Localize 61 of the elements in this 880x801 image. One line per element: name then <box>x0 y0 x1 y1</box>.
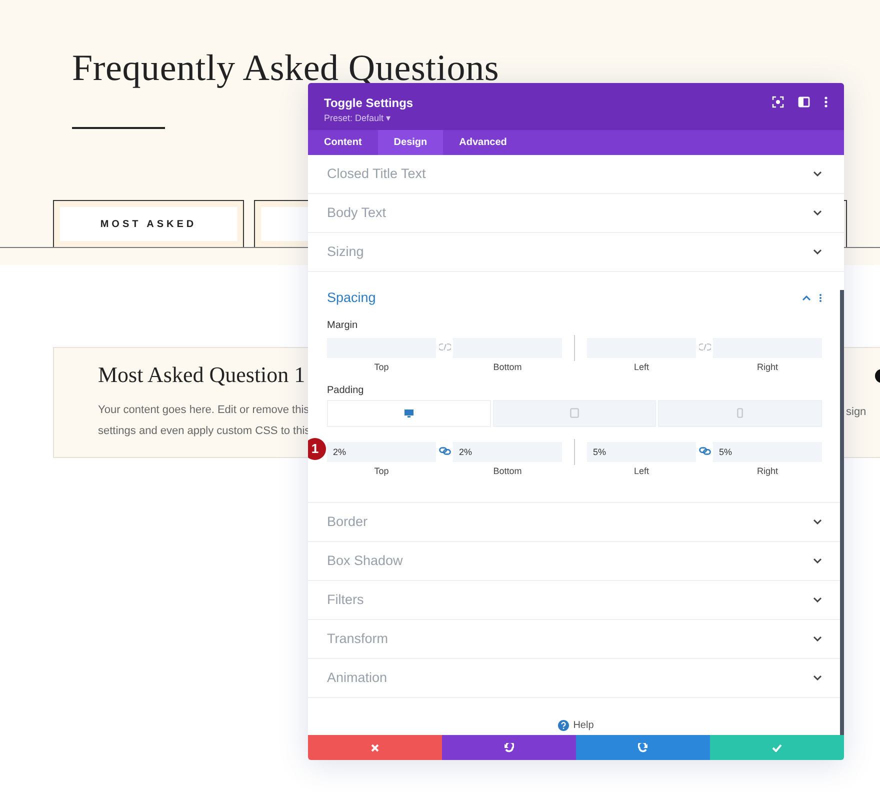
input-field[interactable]: 2% <box>453 442 562 462</box>
input-field[interactable]: 2% <box>327 442 436 462</box>
desktop-icon <box>404 408 414 418</box>
chevron-down-icon[interactable] <box>813 597 822 603</box>
page-heading: Frequently Asked Questions <box>72 47 500 91</box>
field-label: Padding <box>327 384 365 398</box>
field-caption: Top <box>373 361 390 374</box>
section-header[interactable]: Spacing <box>327 272 822 318</box>
redo-icon <box>638 742 648 752</box>
scrollbar[interactable] <box>840 290 844 735</box>
field-caption: Bottom <box>492 361 523 374</box>
toggle-text: Your content goes here. Edit or remove this <box>98 403 310 418</box>
preset-dropdown[interactable]: Preset: Default ▾ <box>324 112 758 126</box>
field-caption: Top <box>373 464 390 478</box>
chevron-down-icon[interactable] <box>813 171 822 177</box>
panel-tab[interactable]: Content <box>308 130 378 155</box>
chevron-down-icon[interactable] <box>813 249 822 255</box>
panel-title: Toggle Settings <box>324 95 414 112</box>
chevron-down-icon[interactable] <box>813 519 822 525</box>
panel-tab[interactable]: Design <box>378 130 444 155</box>
section-header[interactable]: Filters <box>327 581 822 619</box>
help-icon[interactable] <box>558 720 570 731</box>
chevron-down-icon[interactable] <box>813 558 822 564</box>
link-icon[interactable] <box>438 446 450 454</box>
more-icon[interactable] <box>819 294 822 302</box>
toggle-text: sign <box>846 405 866 420</box>
input-field[interactable]: 5% <box>713 442 822 462</box>
section-header[interactable]: Body Text <box>327 194 822 232</box>
check-icon <box>772 744 782 752</box>
link-icon[interactable] <box>698 446 710 454</box>
section-header[interactable]: Sizing <box>327 233 822 271</box>
section-header[interactable]: Closed Title Text <box>327 155 822 193</box>
panel-tab[interactable]: Advanced <box>443 130 523 155</box>
section-header[interactable]: Transform <box>327 620 822 658</box>
section-header[interactable]: Border <box>327 503 822 541</box>
field-caption: Right <box>756 361 779 374</box>
section-title: Spacing <box>327 288 376 307</box>
field-caption: Left <box>632 464 650 478</box>
filter-tab[interactable]: MOST ASKED <box>53 200 244 248</box>
field-label: Margin <box>327 319 359 333</box>
input-field[interactable]: 5% <box>587 442 696 462</box>
caret-icon[interactable]: ▾ <box>386 113 392 123</box>
close-icon <box>371 744 379 752</box>
field-caption: Right <box>756 464 779 478</box>
target-icon[interactable] <box>772 96 784 108</box>
help-link[interactable]: Help <box>573 718 594 733</box>
step-badge: 1 <box>308 438 326 460</box>
chevron-down-icon[interactable] <box>813 210 822 216</box>
chevron-down-icon[interactable] <box>813 636 822 642</box>
undo-icon <box>504 742 514 752</box>
phone-icon <box>737 408 744 418</box>
chevron-up-icon[interactable] <box>802 295 811 301</box>
tablet-icon <box>570 408 579 418</box>
chevron-down-icon[interactable] <box>813 675 822 681</box>
toggle-title: Most Asked Question 1 <box>98 362 306 388</box>
field-caption: Bottom <box>492 464 523 478</box>
section-header[interactable]: Animation <box>327 659 822 697</box>
field-caption: Left <box>632 361 650 374</box>
section-header[interactable]: Box Shadow <box>327 542 822 580</box>
more-icon[interactable] <box>824 96 828 108</box>
sidebar-icon[interactable] <box>798 96 810 108</box>
